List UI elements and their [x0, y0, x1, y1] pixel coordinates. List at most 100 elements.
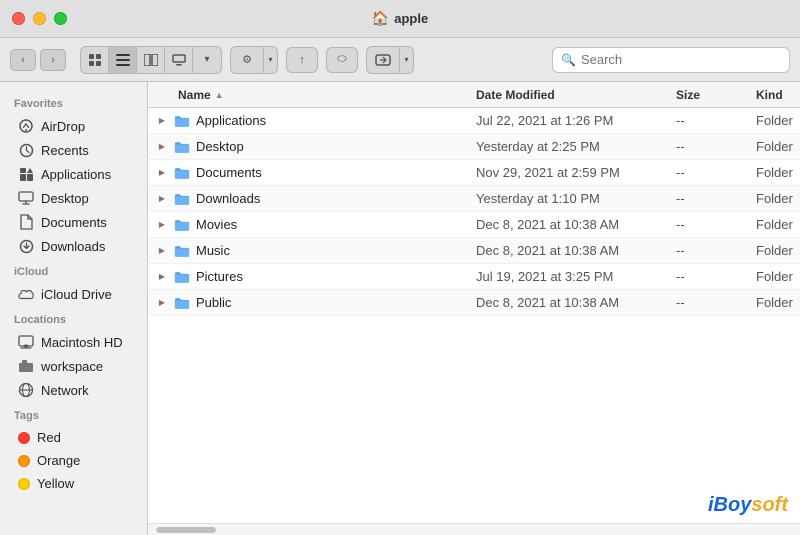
table-row[interactable]: ▶ Documents Nov 29, 2021 at 2:59 PM -- F… — [148, 160, 800, 186]
file-kind-cell: Folder — [748, 113, 800, 128]
sidebar: Favorites AirDrop Recents Applications D… — [0, 82, 148, 535]
table-row[interactable]: ▶ Applications Jul 22, 2021 at 1:26 PM -… — [148, 108, 800, 134]
file-kind-cell: Folder — [748, 295, 800, 310]
table-row[interactable]: ▶ Pictures Jul 19, 2021 at 3:25 PM -- Fo… — [148, 264, 800, 290]
date-col-label: Date Modified — [476, 88, 555, 102]
more-dropdown-arrow[interactable]: ▾ — [399, 47, 413, 73]
toolbar: ‹ › ▾ ⚙ ▾ ↑ ⬭ ▾ 🔍 — [0, 38, 800, 82]
view-column-button[interactable] — [137, 47, 165, 73]
tag-button[interactable]: ⬭ — [326, 47, 358, 73]
recents-icon — [18, 142, 34, 158]
expand-arrow[interactable]: ▶ — [156, 245, 168, 257]
more-actions-button[interactable]: ▾ — [366, 46, 414, 74]
sidebar-item-red[interactable]: Red — [4, 426, 143, 449]
orange-tag-dot — [18, 455, 30, 467]
file-name-text: Public — [196, 295, 231, 310]
icloud-drive-icon — [18, 286, 34, 302]
scroll-thumb[interactable] — [156, 527, 216, 533]
desktop-icon — [18, 190, 34, 206]
share-button[interactable]: ↑ — [286, 47, 318, 73]
forward-button[interactable]: › — [40, 49, 66, 71]
expand-arrow[interactable]: ▶ — [156, 271, 168, 283]
expand-arrow[interactable]: ▶ — [156, 193, 168, 205]
file-kind-cell: Folder — [748, 139, 800, 154]
table-row[interactable]: ▶ Downloads Yesterday at 1:10 PM -- Fold… — [148, 186, 800, 212]
sidebar-item-applications[interactable]: Applications — [4, 162, 143, 186]
date-column-header[interactable]: Date Modified — [468, 88, 668, 102]
folder-icon — [174, 114, 190, 128]
expand-arrow[interactable]: ▶ — [156, 167, 168, 179]
sidebar-item-network[interactable]: Network — [4, 378, 143, 402]
file-date-cell: Jul 22, 2021 at 1:26 PM — [468, 113, 668, 128]
sidebar-orange-label: Orange — [37, 453, 80, 468]
expand-arrow[interactable]: ▶ — [156, 115, 168, 127]
column-headers: Name ▲ Date Modified Size Kind — [148, 82, 800, 108]
file-date-cell: Nov 29, 2021 at 2:59 PM — [468, 165, 668, 180]
file-name-text: Desktop — [196, 139, 244, 154]
file-name-cell: ▶ Movies — [148, 217, 468, 232]
sidebar-recents-label: Recents — [41, 143, 89, 158]
file-size-cell: -- — [668, 295, 748, 310]
minimize-button[interactable] — [33, 12, 46, 25]
sidebar-tags-header: Tags — [0, 402, 147, 426]
sidebar-item-icloud-drive[interactable]: iCloud Drive — [4, 282, 143, 306]
file-kind-cell: Folder — [748, 191, 800, 206]
search-input[interactable] — [581, 52, 781, 67]
sidebar-item-recents[interactable]: Recents — [4, 138, 143, 162]
sidebar-item-airdrop[interactable]: AirDrop — [4, 114, 143, 138]
sidebar-item-documents[interactable]: Documents — [4, 210, 143, 234]
search-box[interactable]: 🔍 — [552, 47, 790, 73]
sidebar-item-macintosh-hd[interactable]: Macintosh HD — [4, 330, 143, 354]
sidebar-icloud-header: iCloud — [0, 258, 147, 282]
file-kind-cell: Folder — [748, 269, 800, 284]
gear-icon[interactable]: ⚙ — [231, 47, 263, 73]
expand-arrow[interactable]: ▶ — [156, 219, 168, 231]
view-icon-button[interactable] — [81, 47, 109, 73]
kind-column-header[interactable]: Kind — [748, 88, 800, 102]
sidebar-item-workspace[interactable]: workspace — [4, 354, 143, 378]
sidebar-item-downloads[interactable]: Downloads — [4, 234, 143, 258]
table-row[interactable]: ▶ Public Dec 8, 2021 at 10:38 AM -- Fold… — [148, 290, 800, 316]
file-date-cell: Yesterday at 2:25 PM — [468, 139, 668, 154]
expand-arrow[interactable]: ▶ — [156, 141, 168, 153]
view-gallery-button[interactable] — [165, 47, 193, 73]
sidebar-icloud-drive-label: iCloud Drive — [41, 287, 112, 302]
red-tag-dot — [18, 432, 30, 444]
file-name-text: Documents — [196, 165, 262, 180]
airdrop-icon — [18, 118, 34, 134]
sidebar-desktop-label: Desktop — [41, 191, 89, 206]
sidebar-item-yellow[interactable]: Yellow — [4, 472, 143, 495]
file-date-cell: Dec 8, 2021 at 10:38 AM — [468, 243, 668, 258]
name-column-header[interactable]: Name ▲ — [148, 88, 468, 102]
close-button[interactable] — [12, 12, 25, 25]
view-list-button[interactable] — [109, 47, 137, 73]
size-column-header[interactable]: Size — [668, 88, 748, 102]
file-date-cell: Yesterday at 1:10 PM — [468, 191, 668, 206]
more-icon[interactable] — [367, 47, 399, 73]
file-name-text: Music — [196, 243, 230, 258]
folder-icon — [174, 218, 190, 232]
folder-icon — [174, 166, 190, 180]
sidebar-item-desktop[interactable]: Desktop — [4, 186, 143, 210]
table-row[interactable]: ▶ Movies Dec 8, 2021 at 10:38 AM -- Fold… — [148, 212, 800, 238]
file-name-cell: ▶ Downloads — [148, 191, 468, 206]
view-dropdown-button[interactable]: ▾ — [193, 47, 221, 73]
file-name-text: Downloads — [196, 191, 260, 206]
back-button[interactable]: ‹ — [10, 49, 36, 71]
table-row[interactable]: ▶ Desktop Yesterday at 2:25 PM -- Folder — [148, 134, 800, 160]
folder-icon — [174, 296, 190, 310]
sidebar-locations-header: Locations — [0, 306, 147, 330]
maximize-button[interactable] — [54, 12, 67, 25]
file-size-cell: -- — [668, 191, 748, 206]
file-name-text: Pictures — [196, 269, 243, 284]
horizontal-scrollbar[interactable] — [148, 523, 800, 535]
sidebar-item-orange[interactable]: Orange — [4, 449, 143, 472]
folder-icon — [174, 270, 190, 284]
file-date-cell: Dec 8, 2021 at 10:38 AM — [468, 295, 668, 310]
expand-arrow[interactable]: ▶ — [156, 297, 168, 309]
file-kind-cell: Folder — [748, 217, 800, 232]
table-row[interactable]: ▶ Music Dec 8, 2021 at 10:38 AM -- Folde… — [148, 238, 800, 264]
file-size-cell: -- — [668, 243, 748, 258]
action-gear-button[interactable]: ⚙ ▾ — [230, 46, 278, 74]
gear-dropdown-arrow[interactable]: ▾ — [263, 47, 277, 73]
